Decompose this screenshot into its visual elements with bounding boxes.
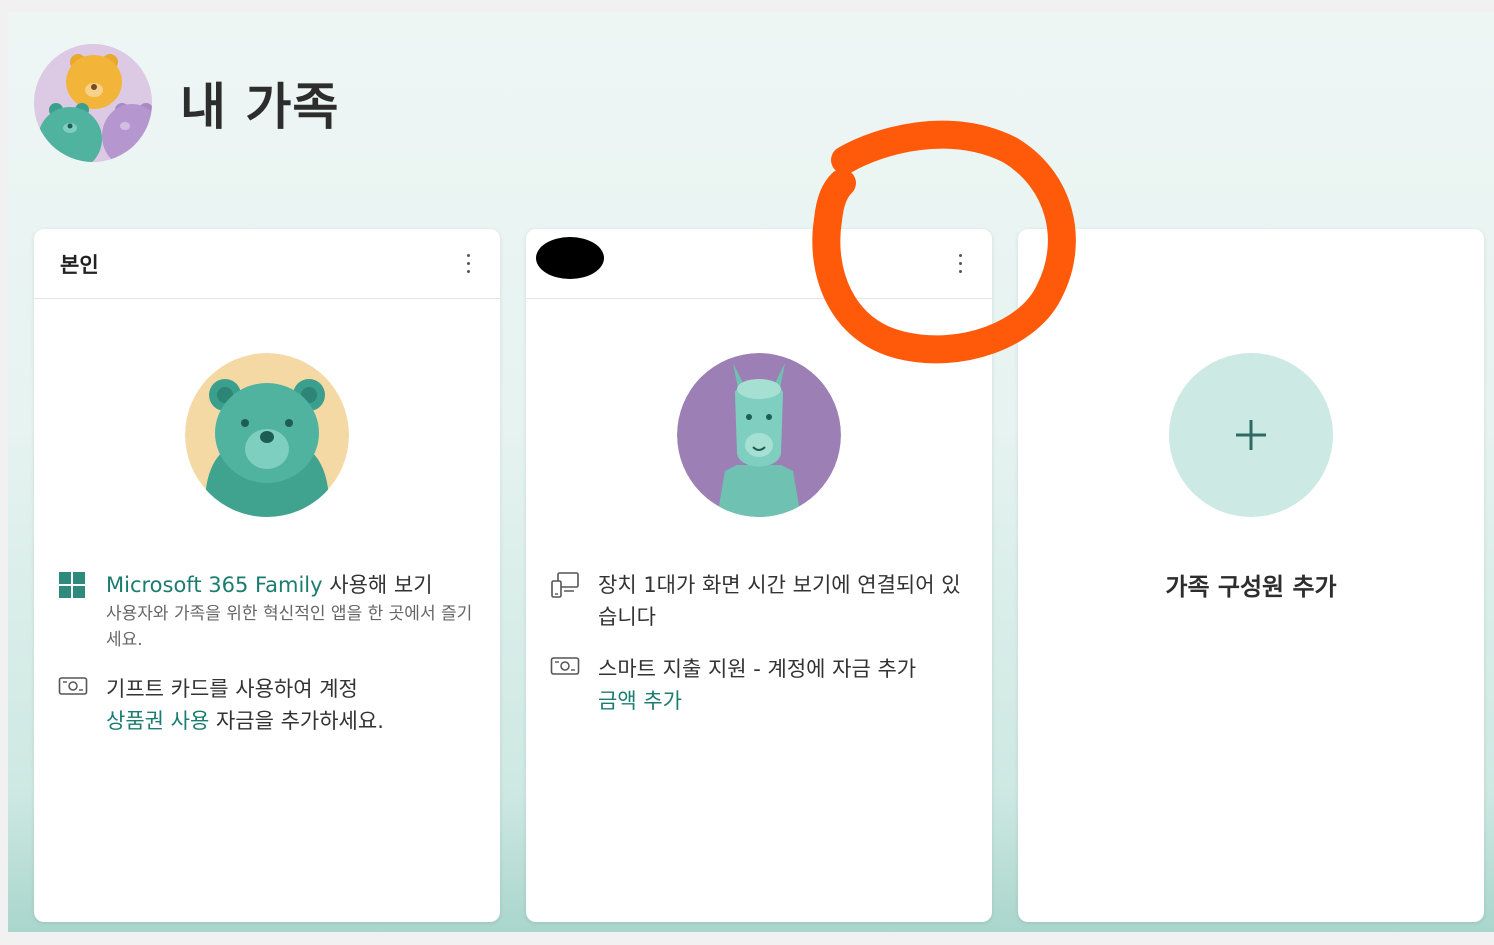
add-member-card[interactable]: 가족 구성원 추가 — [1018, 229, 1484, 922]
add-member-label: 가족 구성원 추가 — [1165, 573, 1337, 601]
more-dots-icon — [958, 254, 962, 257]
screen-time-row: 장치 1대가 화면 시간 보기에 연결되어 있습니다 — [550, 569, 968, 633]
gift-card-icon — [58, 675, 92, 705]
redaction-mark — [536, 237, 604, 279]
page-header: 내 가족 — [34, 44, 339, 162]
add-member-button[interactable] — [1169, 353, 1333, 517]
m365-try-text: 사용해 보기 — [322, 573, 433, 597]
screen-time-text: 장치 1대가 화면 시간 보기에 연결되어 있습니다 — [598, 573, 961, 629]
card-header: 본인 — [34, 229, 500, 299]
money-icon — [550, 655, 584, 685]
devices-icon — [550, 571, 584, 601]
plus-icon — [1236, 420, 1266, 450]
family-page: 내 가족 본인 Microsoft 365 Family 사용해 보기 사용자와… — [8, 12, 1494, 932]
m365-family-link[interactable]: Microsoft 365 Family — [106, 573, 323, 597]
more-options-button[interactable] — [950, 249, 970, 279]
member-card-child: 장치 1대가 화면 시간 보기에 연결되어 있습니다 스마트 지출 지원 - 계… — [526, 229, 992, 922]
more-dots-icon — [466, 254, 470, 257]
smart-spending-text: 스마트 지출 지원 - 계정에 자금 추가 — [598, 657, 917, 681]
llama-avatar-icon — [677, 353, 841, 517]
m365-description: 사용자와 가족을 위한 혁신적인 앱을 한 곳에서 즐기세요. — [106, 604, 473, 650]
member-card-self: 본인 Microsoft 365 Family 사용해 보기 사용자와 가족을 … — [34, 229, 500, 922]
add-money-link[interactable]: 금액 추가 — [598, 685, 968, 717]
redeem-gift-card-link[interactable]: 상품권 사용 — [106, 709, 209, 733]
bear-avatar-icon — [185, 353, 349, 517]
gift-card-text: 기프트 카드를 사용하여 계정 — [106, 677, 358, 701]
page-title: 내 가족 — [180, 78, 340, 136]
gift-card-text-after: 자금을 추가하세요. — [209, 709, 384, 733]
m365-promo: Microsoft 365 Family 사용해 보기 사용자와 가족을 위한 … — [58, 569, 478, 653]
more-options-button[interactable] — [458, 249, 478, 279]
microsoft-365-icon — [58, 571, 92, 601]
family-bears-avatar-icon — [34, 44, 152, 162]
member-name: 본인 — [60, 252, 99, 277]
gift-card-row: 기프트 카드를 사용하여 계정 상품권 사용 자금을 추가하세요. — [58, 673, 478, 737]
smart-spending-row: 스마트 지출 지원 - 계정에 자금 추가 금액 추가 — [550, 653, 968, 717]
